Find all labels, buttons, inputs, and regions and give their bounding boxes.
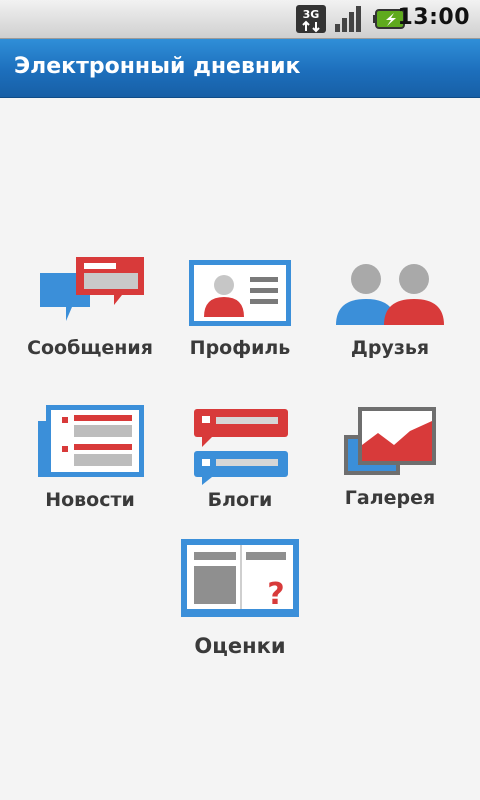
status-clock: 13:00 — [397, 5, 470, 30]
3g-data-icon: 3G — [296, 5, 326, 33]
app-title-bar: Электронный дневник — [0, 39, 480, 98]
signal-strength-icon — [335, 6, 361, 32]
profile-card-icon — [189, 260, 291, 326]
menu-item-friends[interactable]: Друзья — [310, 255, 470, 385]
menu-item-label: Профиль — [189, 337, 291, 359]
grades-book-icon: ? — [181, 539, 299, 617]
menu-item-label: Друзья — [350, 337, 430, 359]
menu-item-profile[interactable]: Профиль — [160, 255, 320, 385]
menu-item-messages[interactable]: Сообщения — [10, 255, 170, 385]
app-title: Электронный дневник — [14, 54, 301, 79]
gallery-icon — [344, 407, 436, 475]
menu-item-label: Оценки — [194, 634, 286, 658]
menu-item-label: Сообщения — [27, 337, 153, 359]
friends-icon — [336, 264, 444, 325]
svg-text:3G: 3G — [303, 8, 320, 21]
status-bar: 3G 13:00 — [0, 0, 480, 39]
menu-item-label: Блоги — [207, 489, 273, 511]
menu-item-label: Новости — [45, 489, 135, 511]
svg-text:?: ? — [267, 577, 284, 612]
news-icon — [38, 405, 144, 477]
messages-icon — [40, 257, 144, 321]
menu-item-label: Галерея — [344, 487, 436, 509]
menu-item-grades[interactable]: ? Оценки — [160, 538, 320, 668]
blogs-icon — [194, 409, 288, 485]
menu-item-news[interactable]: Новости — [10, 403, 170, 533]
menu-item-blogs[interactable]: Блоги — [160, 403, 320, 533]
menu-item-gallery[interactable]: Галерея — [310, 403, 470, 533]
